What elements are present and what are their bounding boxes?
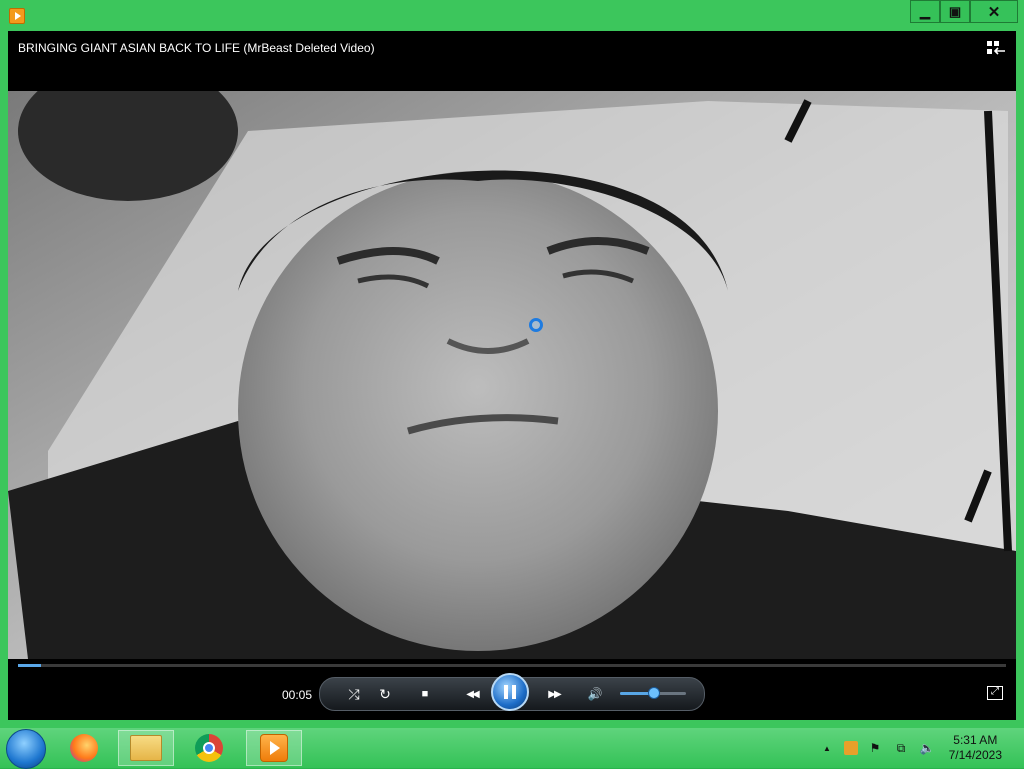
stop-button[interactable]: ■ (416, 685, 434, 703)
chrome-icon (195, 734, 223, 762)
switch-to-library-icon[interactable] (986, 39, 1006, 57)
firefox-icon (70, 734, 98, 762)
pause-button[interactable] (491, 673, 529, 711)
seek-bar[interactable] (18, 664, 1006, 667)
taskbar-firefox[interactable] (56, 730, 112, 766)
speaker-icon[interactable]: 🔈 (918, 741, 936, 755)
title-bar[interactable]: ▁ ▣ ✕ (0, 0, 1024, 30)
close-button[interactable]: ✕ (970, 0, 1018, 23)
busy-cursor-icon (529, 318, 543, 332)
volume-icon[interactable]: 🔊 (586, 685, 604, 703)
windows-media-player-icon (260, 734, 288, 762)
clock-time: 5:31 AM (953, 733, 998, 747)
start-button[interactable] (6, 729, 46, 769)
seek-progress (18, 664, 41, 667)
media-player-icon[interactable] (9, 8, 25, 24)
show-hidden-icons-chevron-icon[interactable]: ▲ (818, 744, 836, 753)
taskbar: ▲ ⚑ ⧉ 🔈 5:31 AM 7/14/2023 (0, 728, 1024, 769)
clock[interactable]: 5:31 AM 7/14/2023 (949, 733, 1002, 763)
previous-button[interactable]: ◀◀ (460, 685, 484, 703)
video-frame[interactable] (8, 91, 1016, 659)
file-explorer-icon (130, 735, 162, 761)
shuffle-icon[interactable]: ⤮ (345, 685, 363, 703)
maximize-button[interactable]: ▣ (940, 0, 970, 23)
media-player-window: ▁ ▣ ✕ BRINGING GIANT ASIAN BACK TO LIFE … (0, 0, 1024, 728)
clock-date: 7/14/2023 (948, 748, 1002, 762)
taskbar-windows-media-player[interactable] (246, 730, 302, 766)
network-icon[interactable]: ⧉ (892, 741, 910, 756)
window-controls: ▁ ▣ ✕ (910, 0, 1018, 23)
video-image (8, 91, 1016, 659)
tray-app-icon[interactable] (844, 741, 858, 755)
video-title: BRINGING GIANT ASIAN BACK TO LIFE (MrBea… (18, 41, 375, 55)
system-tray: ▲ ⚑ ⧉ 🔈 (818, 728, 936, 768)
taskbar-file-explorer[interactable] (118, 730, 174, 766)
elapsed-time: 00:05 (282, 688, 313, 702)
repeat-icon[interactable]: ↻ (376, 685, 394, 703)
action-center-flag-icon[interactable]: ⚑ (866, 741, 884, 755)
pause-icon (504, 685, 516, 699)
taskbar-chrome[interactable] (181, 730, 237, 766)
player-area: BRINGING GIANT ASIAN BACK TO LIFE (MrBea… (8, 31, 1016, 720)
fullscreen-icon[interactable]: ⤢ (987, 686, 1003, 700)
minimize-button[interactable]: ▁ (910, 0, 940, 23)
volume-slider-thumb[interactable] (648, 687, 660, 699)
next-button[interactable]: ▶▶ (542, 685, 566, 703)
